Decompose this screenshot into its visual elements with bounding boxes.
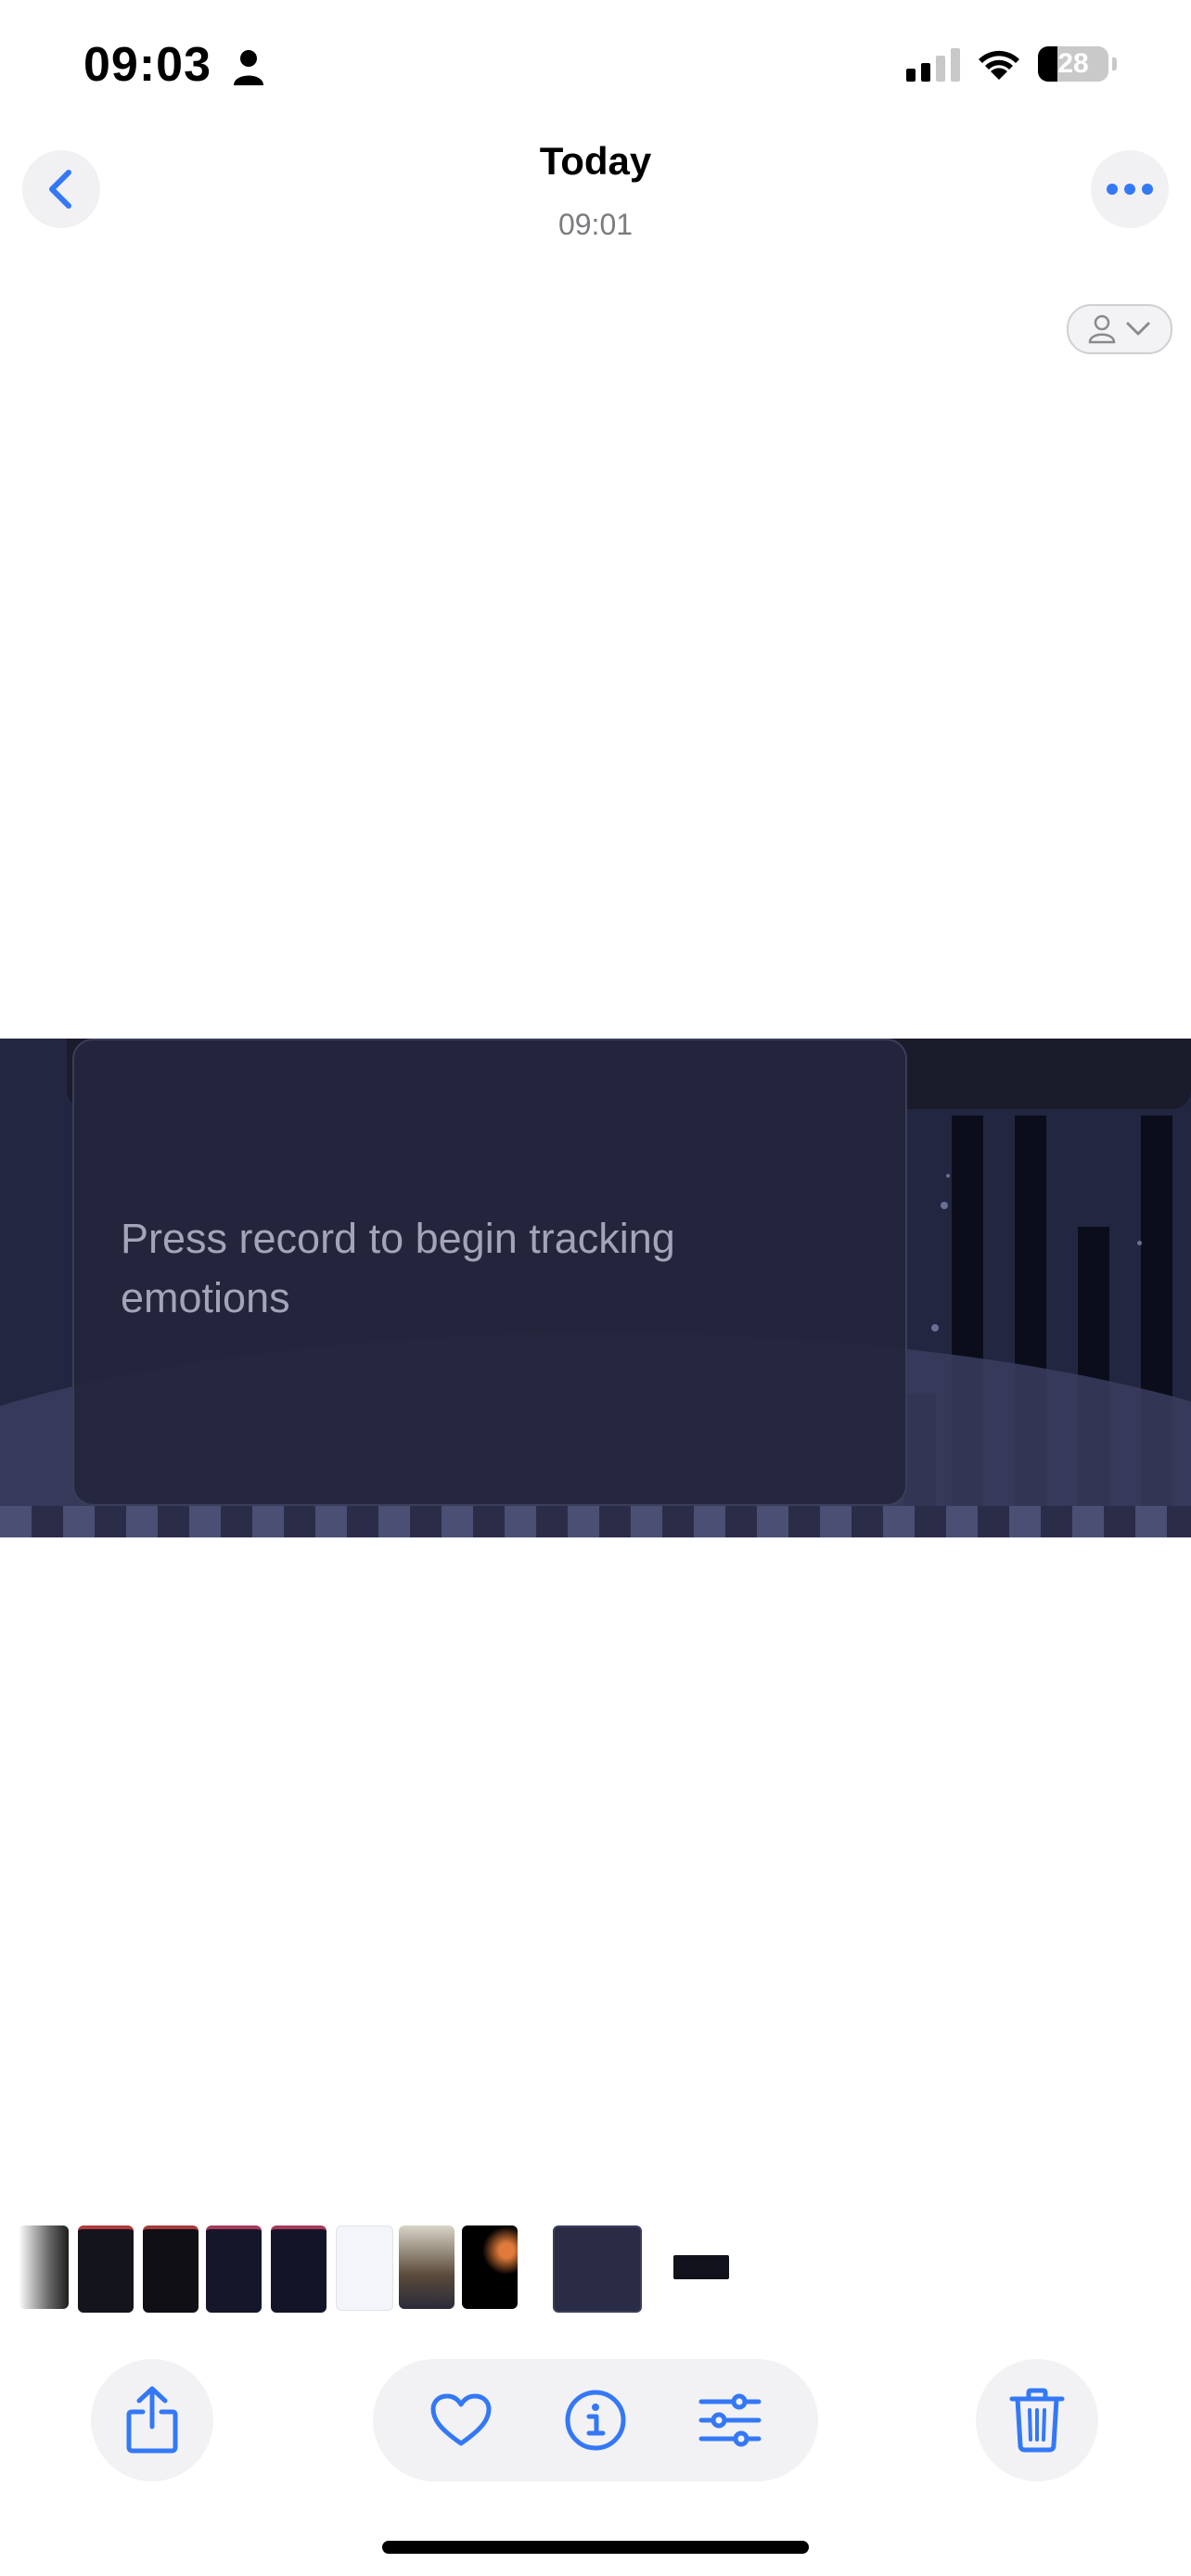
chevron-down-icon — [1126, 322, 1150, 336]
status-time: 09:03 — [83, 38, 211, 92]
adjust-button[interactable] — [693, 2383, 767, 2457]
favorite-button[interactable] — [424, 2383, 498, 2457]
thumbnail[interactable] — [462, 2225, 518, 2309]
person-icon — [1088, 314, 1116, 344]
thumbnail[interactable] — [271, 2225, 327, 2313]
people-button[interactable] — [1067, 304, 1172, 354]
thumbnail-selected[interactable] — [553, 2225, 642, 2313]
thumbnail[interactable] — [206, 2225, 262, 2313]
thumbnail-strip[interactable] — [0, 2225, 1191, 2313]
thumbnail[interactable] — [336, 2225, 393, 2311]
thumbnail[interactable] — [399, 2225, 455, 2309]
prompt-text: Press record to begin tracking emotions — [121, 1215, 675, 1321]
thumbnail[interactable] — [19, 2225, 69, 2309]
person-status-icon — [234, 50, 263, 85]
status-indicators: 28 — [906, 46, 1117, 82]
info-button[interactable] — [558, 2383, 633, 2457]
info-icon — [565, 2390, 626, 2451]
thumbnail[interactable] — [78, 2225, 134, 2313]
battery-icon: 28 — [1038, 46, 1108, 82]
share-button[interactable] — [91, 2359, 213, 2481]
cellular-signal-icon — [906, 46, 960, 82]
sliders-icon — [698, 2393, 762, 2447]
trash-icon — [1009, 2388, 1065, 2453]
battery-percent: 28 — [1057, 48, 1089, 79]
heart-icon — [430, 2393, 492, 2446]
page-subtitle: 09:01 — [557, 208, 634, 241]
thumbnail[interactable] — [673, 2255, 729, 2279]
action-pill — [373, 2359, 818, 2481]
thumbnail[interactable] — [143, 2225, 198, 2313]
ellipsis-icon — [1107, 184, 1153, 195]
wifi-icon — [979, 50, 1019, 80]
delete-button[interactable] — [976, 2359, 1098, 2481]
more-button[interactable] — [1091, 150, 1169, 228]
home-indicator — [382, 2541, 809, 2554]
share-icon — [126, 2386, 178, 2454]
page-title: Today — [539, 139, 652, 183]
